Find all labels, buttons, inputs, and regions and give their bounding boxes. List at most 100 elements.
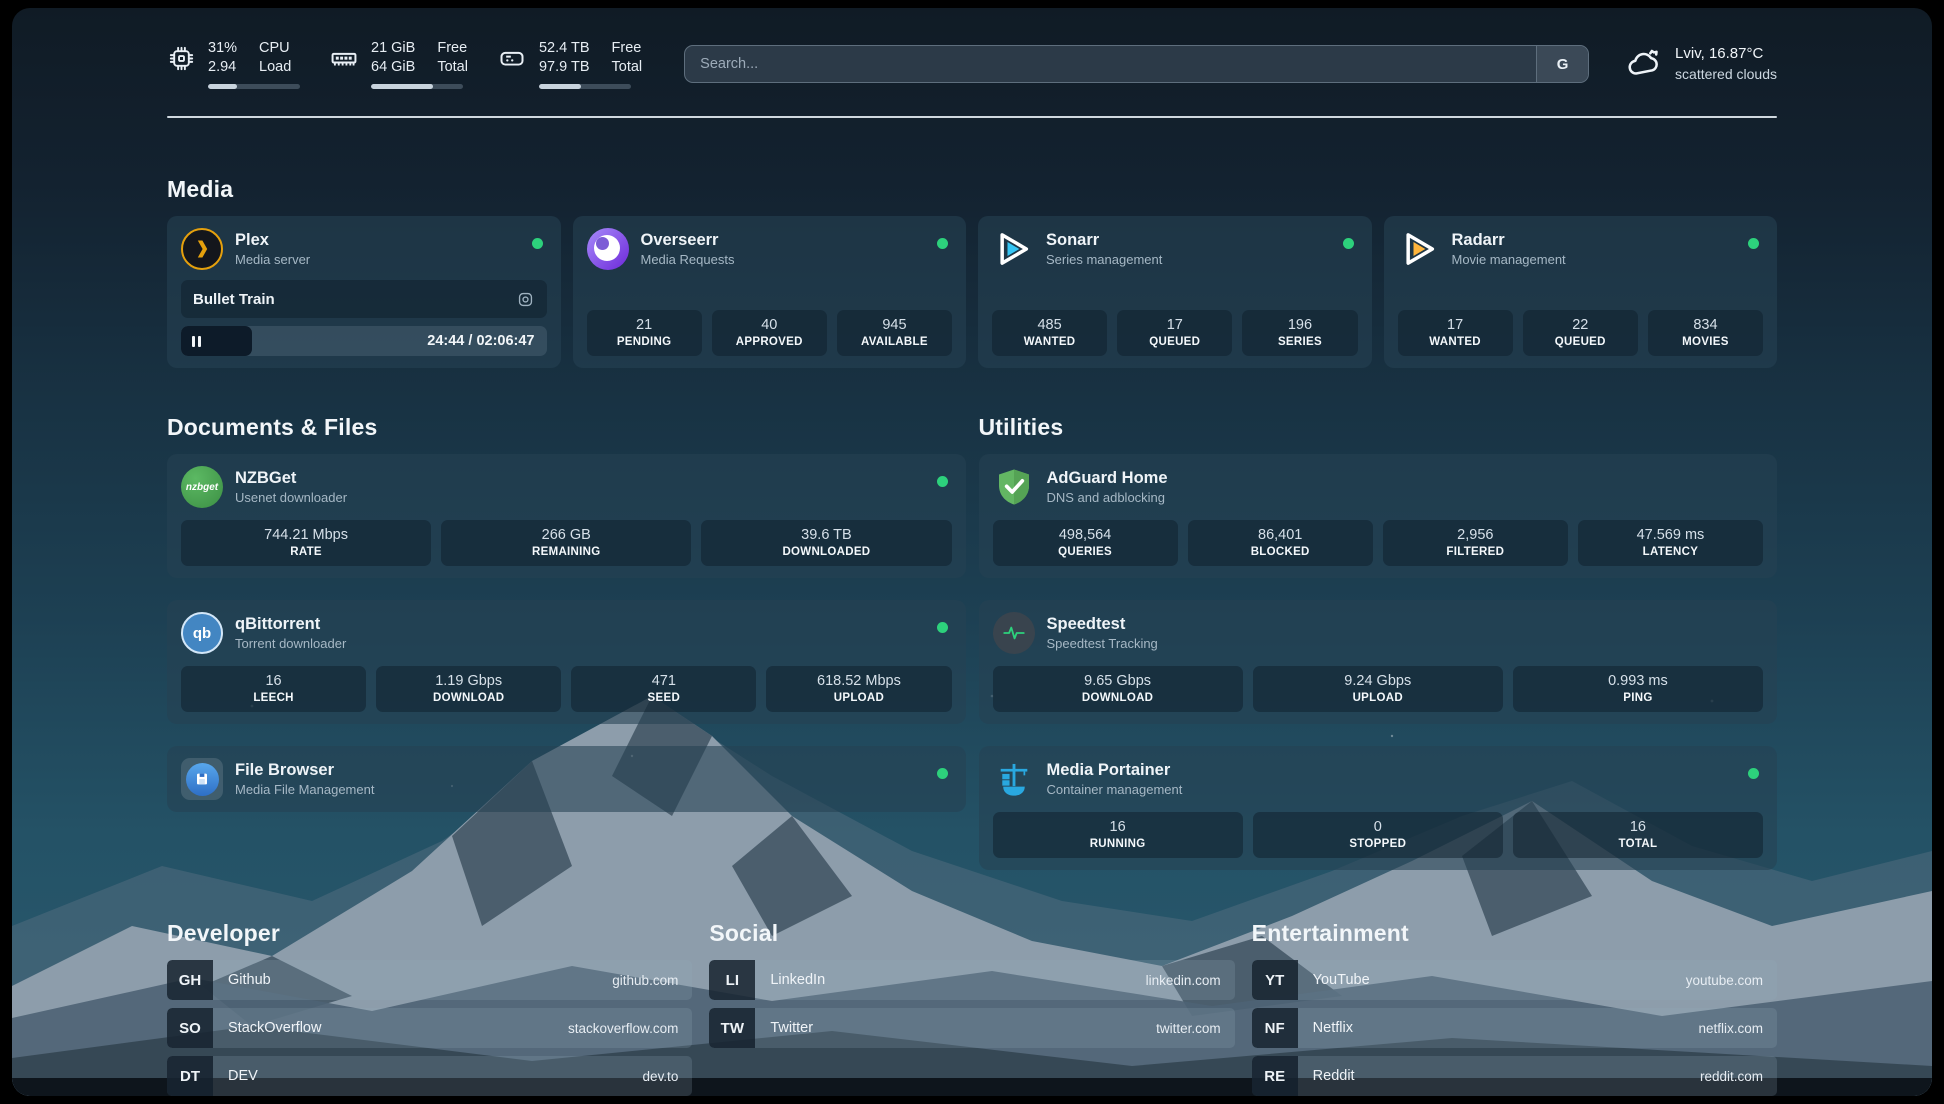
stat-label: LEECH	[185, 692, 362, 704]
stat-label: UPLOAD	[1257, 692, 1499, 704]
app-card-filebrowser[interactable]: File BrowserMedia File Management	[167, 746, 966, 812]
dashboard-screen: 31%2.94CPULoad21 GiB64 GiBFreeTotal52.4 …	[12, 8, 1932, 1096]
stat-label: DOWNLOADED	[705, 546, 947, 558]
bookmark-label: Reddit	[1313, 1068, 1355, 1084]
stat-label: SEED	[575, 692, 752, 704]
stat-downloaded: 39.6 TBDOWNLOADED	[701, 520, 951, 566]
app-card-qbittorrent[interactable]: qbqBittorrentTorrent downloader16LEECH1.…	[167, 600, 966, 724]
stat-remaining: 266 GBREMAINING	[441, 520, 691, 566]
bookmark-label: DEV	[228, 1068, 258, 1084]
app-card-overseerr[interactable]: OverseerrMedia Requests21PENDING40APPROV…	[573, 216, 967, 368]
stat-series: 196SERIES	[1242, 310, 1357, 356]
stat-values: 21 GiB64 GiB	[371, 39, 415, 77]
top-bar: 31%2.94CPULoad21 GiB64 GiBFreeTotal52.4 …	[167, 8, 1777, 96]
stat-latency: 47.569 msLATENCY	[1578, 520, 1763, 566]
stat-value: 945	[841, 317, 948, 333]
usage-progress-bar	[371, 84, 463, 89]
weather-location-temp: Lviv, 16.87°C	[1675, 44, 1777, 64]
search-engine-button[interactable]: G	[1536, 46, 1588, 82]
app-subtitle: Speedtest Tracking	[1047, 636, 1158, 652]
stat-label: WANTED	[1402, 336, 1509, 348]
middle-columns: Documents & Files nzbgetNZBGetUsenet dow…	[167, 414, 1777, 870]
stream-icon	[516, 290, 535, 309]
stat-movies: 834MOVIES	[1648, 310, 1763, 356]
stat-approved: 40APPROVED	[712, 310, 827, 356]
overseerr-logo	[587, 228, 629, 270]
stat-value: 2,956	[1387, 527, 1564, 543]
app-card-sonarr[interactable]: SonarrSeries management485WANTED17QUEUED…	[978, 216, 1372, 368]
stat-label: LATENCY	[1582, 546, 1759, 558]
app-subtitle: Media server	[235, 252, 310, 268]
bookmark-url: netflix.com	[1698, 1021, 1777, 1036]
bookmark-badge: TW	[709, 1008, 755, 1048]
status-online-dot	[532, 238, 543, 249]
playback-progress-bar[interactable]: 24:44 / 02:06:47	[181, 326, 547, 356]
bookmark-youtube[interactable]: YTYouTubeyoutube.com	[1252, 960, 1777, 1000]
app-name: Plex	[235, 230, 310, 251]
section-title-entertainment: Entertainment	[1252, 920, 1777, 947]
system-stat-memory: 21 GiB64 GiBFreeTotal	[330, 39, 468, 89]
stat-value: 86,401	[1192, 527, 1369, 543]
bookmark-reddit[interactable]: RERedditreddit.com	[1252, 1056, 1777, 1096]
bookmark-url: linkedin.com	[1146, 973, 1235, 988]
stat-value: 1.19 Gbps	[380, 673, 557, 689]
app-card-adguard[interactable]: AdGuard HomeDNS and adblocking498,564QUE…	[979, 454, 1778, 578]
stat-leech: 16 LEECH	[181, 666, 366, 712]
stat-label: DOWNLOAD	[380, 692, 557, 704]
app-subtitle: DNS and adblocking	[1047, 490, 1168, 506]
stat-queued: 22QUEUED	[1523, 310, 1638, 356]
bookmark-url: youtube.com	[1686, 973, 1777, 988]
app-card-plex[interactable]: PlexMedia serverBullet Train24:44 / 02:0…	[167, 216, 561, 368]
stat-total: 16TOTAL	[1513, 812, 1763, 858]
status-online-dot	[937, 768, 948, 779]
portainer-logo	[993, 758, 1035, 800]
app-card-portainer[interactable]: Media PortainerContainer management16RUN…	[979, 746, 1778, 870]
pause-icon[interactable]	[192, 336, 201, 347]
status-online-dot	[1748, 238, 1759, 249]
stat-download: 9.65 Gbps DOWNLOAD	[993, 666, 1243, 712]
section-documents: Documents & Files nzbgetNZBGetUsenet dow…	[167, 414, 966, 870]
bookmark-group-developer: DeveloperGHGithubgithub.comSOStackOverfl…	[167, 920, 692, 1096]
status-online-dot	[937, 476, 948, 487]
stat-queries: 498,564QUERIES	[993, 520, 1178, 566]
stat-value: 485	[996, 317, 1103, 333]
bookmark-netflix[interactable]: NFNetflixnetflix.com	[1252, 1008, 1777, 1048]
stat-value: 16	[997, 819, 1239, 835]
stat-label: FILTERED	[1387, 546, 1564, 558]
app-card-radarr[interactable]: RadarrMovie management17WANTED22QUEUED83…	[1384, 216, 1778, 368]
bookmark-twitter[interactable]: TWTwittertwitter.com	[709, 1008, 1234, 1048]
header-divider	[167, 116, 1777, 118]
bookmark-github[interactable]: GHGithubgithub.com	[167, 960, 692, 1000]
bookmark-dev[interactable]: DTDEVdev.to	[167, 1056, 692, 1096]
search-input[interactable]	[684, 45, 1589, 83]
stat-label: DOWNLOAD	[997, 692, 1239, 704]
radarr-logo	[1398, 228, 1440, 270]
bookmark-group-social: SocialLILinkedInlinkedin.comTWTwittertwi…	[709, 920, 1234, 1096]
bookmark-label: Twitter	[770, 1020, 813, 1036]
stat-value: 17	[1121, 317, 1228, 333]
system-stats: 31%2.94CPULoad21 GiB64 GiBFreeTotal52.4 …	[167, 39, 642, 89]
disk-icon	[498, 44, 526, 72]
bookmark-stackoverflow[interactable]: SOStackOverflowstackoverflow.com	[167, 1008, 692, 1048]
stat-value: 266 GB	[445, 527, 687, 543]
bookmark-badge: YT	[1252, 960, 1298, 1000]
stat-value: 16	[185, 673, 362, 689]
status-online-dot	[1343, 238, 1354, 249]
bookmark-linkedin[interactable]: LILinkedInlinkedin.com	[709, 960, 1234, 1000]
bookmark-badge: GH	[167, 960, 213, 1000]
bookmark-group-entertainment: Entertainment YTYouTubeyoutube.com NFNetfl…	[1252, 920, 1777, 1096]
stat-available: 945AVAILABLE	[837, 310, 952, 356]
stat-values: 31%2.94	[208, 39, 237, 77]
app-name: Sonarr	[1046, 230, 1162, 251]
stat-label: SERIES	[1246, 336, 1353, 348]
app-card-speedtest[interactable]: SpeedtestSpeedtest Tracking9.65 GbpsDOWN…	[979, 600, 1778, 724]
stat-label: WANTED	[996, 336, 1103, 348]
stat-upload: 9.24 GbpsUPLOAD	[1253, 666, 1503, 712]
stat-label: BLOCKED	[1192, 546, 1369, 558]
stat-labels: FreeTotal	[612, 39, 643, 77]
app-card-nzbget[interactable]: nzbgetNZBGetUsenet downloader744.21 Mbps…	[167, 454, 966, 578]
app-subtitle: Container management	[1047, 782, 1183, 798]
stat-wanted: 485 WANTED	[992, 310, 1107, 356]
stat-label: PING	[1517, 692, 1759, 704]
stat-value: 9.65 Gbps	[997, 673, 1239, 689]
